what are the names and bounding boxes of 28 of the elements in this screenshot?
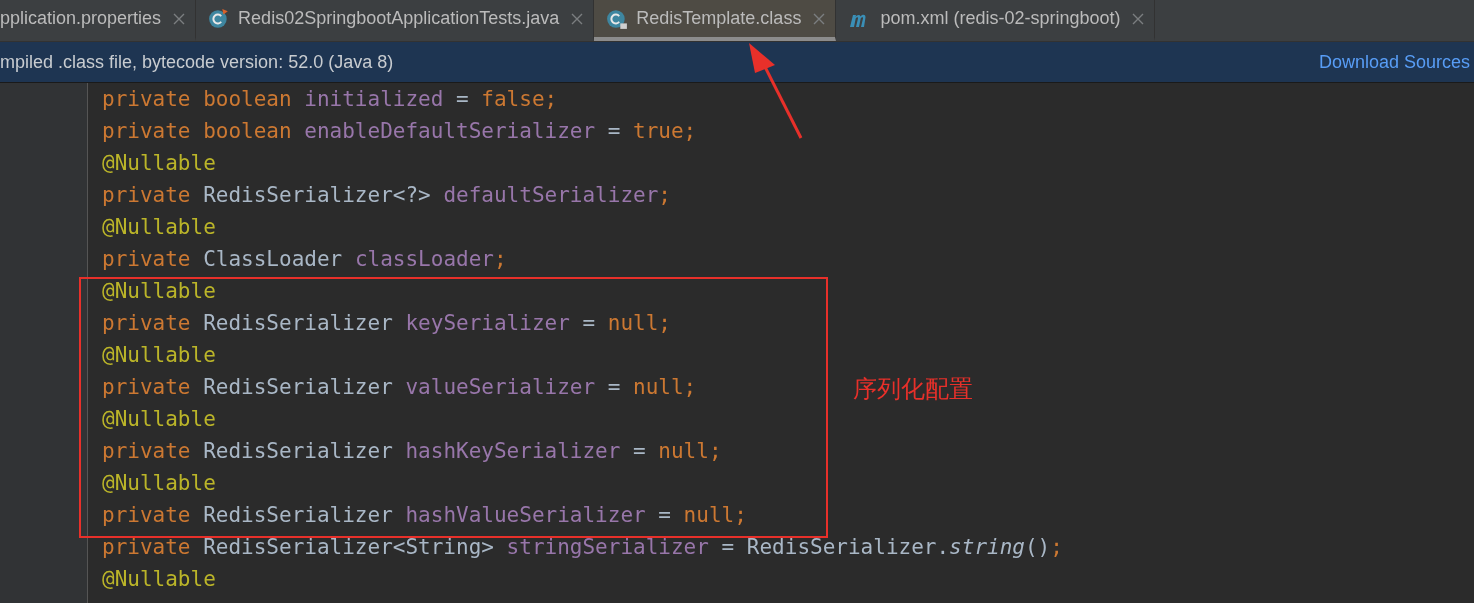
download-sources-link[interactable]: Download Sources xyxy=(1318,51,1474,73)
code-line: @Nullable xyxy=(102,406,216,433)
code-line: private boolean enableDefaultSerializer = true; xyxy=(102,118,697,145)
annotation-note: 序列化配置 xyxy=(853,374,973,405)
code-line: private ClassLoader classLoader; xyxy=(102,246,507,273)
code-line: @Nullable xyxy=(102,150,216,177)
code-line: private RedisSerializer hashValueSerializer = null; xyxy=(102,502,747,529)
code-line: @Nullable xyxy=(102,566,216,593)
code-line: private RedisSerializer valueSerializer = null; xyxy=(102,374,697,401)
code-line: @Nullable xyxy=(102,278,216,305)
code-line: private RedisSerializer<String> stringSerializer = RedisSerializer.string(); xyxy=(102,534,1063,561)
class-lock-icon xyxy=(606,7,629,30)
code-line: @Nullable xyxy=(102,470,216,497)
code-line: @Nullable xyxy=(102,342,216,369)
close-icon[interactable] xyxy=(1132,12,1145,25)
close-icon[interactable] xyxy=(571,12,584,25)
code-line: @Nullable xyxy=(102,214,216,241)
banner-message: mpiled .class file, bytecode version: 52.0 (Java 8) xyxy=(0,51,394,73)
code-line: private boolean initialized = false; xyxy=(102,86,558,113)
code-line: private RedisSerializer keySerializer = null; xyxy=(102,310,671,337)
editor-tab[interactable]: pom.xml (redis-02-springboot) xyxy=(836,0,1156,41)
code-line: private RedisSerializer<?> defaultSerializer; xyxy=(102,182,671,209)
code-line: private RedisSerializer hashKeySerializer = null; xyxy=(102,438,722,465)
editor-tab[interactable]: pplication.properties xyxy=(0,0,197,41)
editor-tab[interactable]: RedisTemplate.class xyxy=(594,0,837,41)
close-icon[interactable] xyxy=(813,12,826,25)
class-test-icon xyxy=(208,7,231,30)
close-icon[interactable] xyxy=(173,12,186,25)
